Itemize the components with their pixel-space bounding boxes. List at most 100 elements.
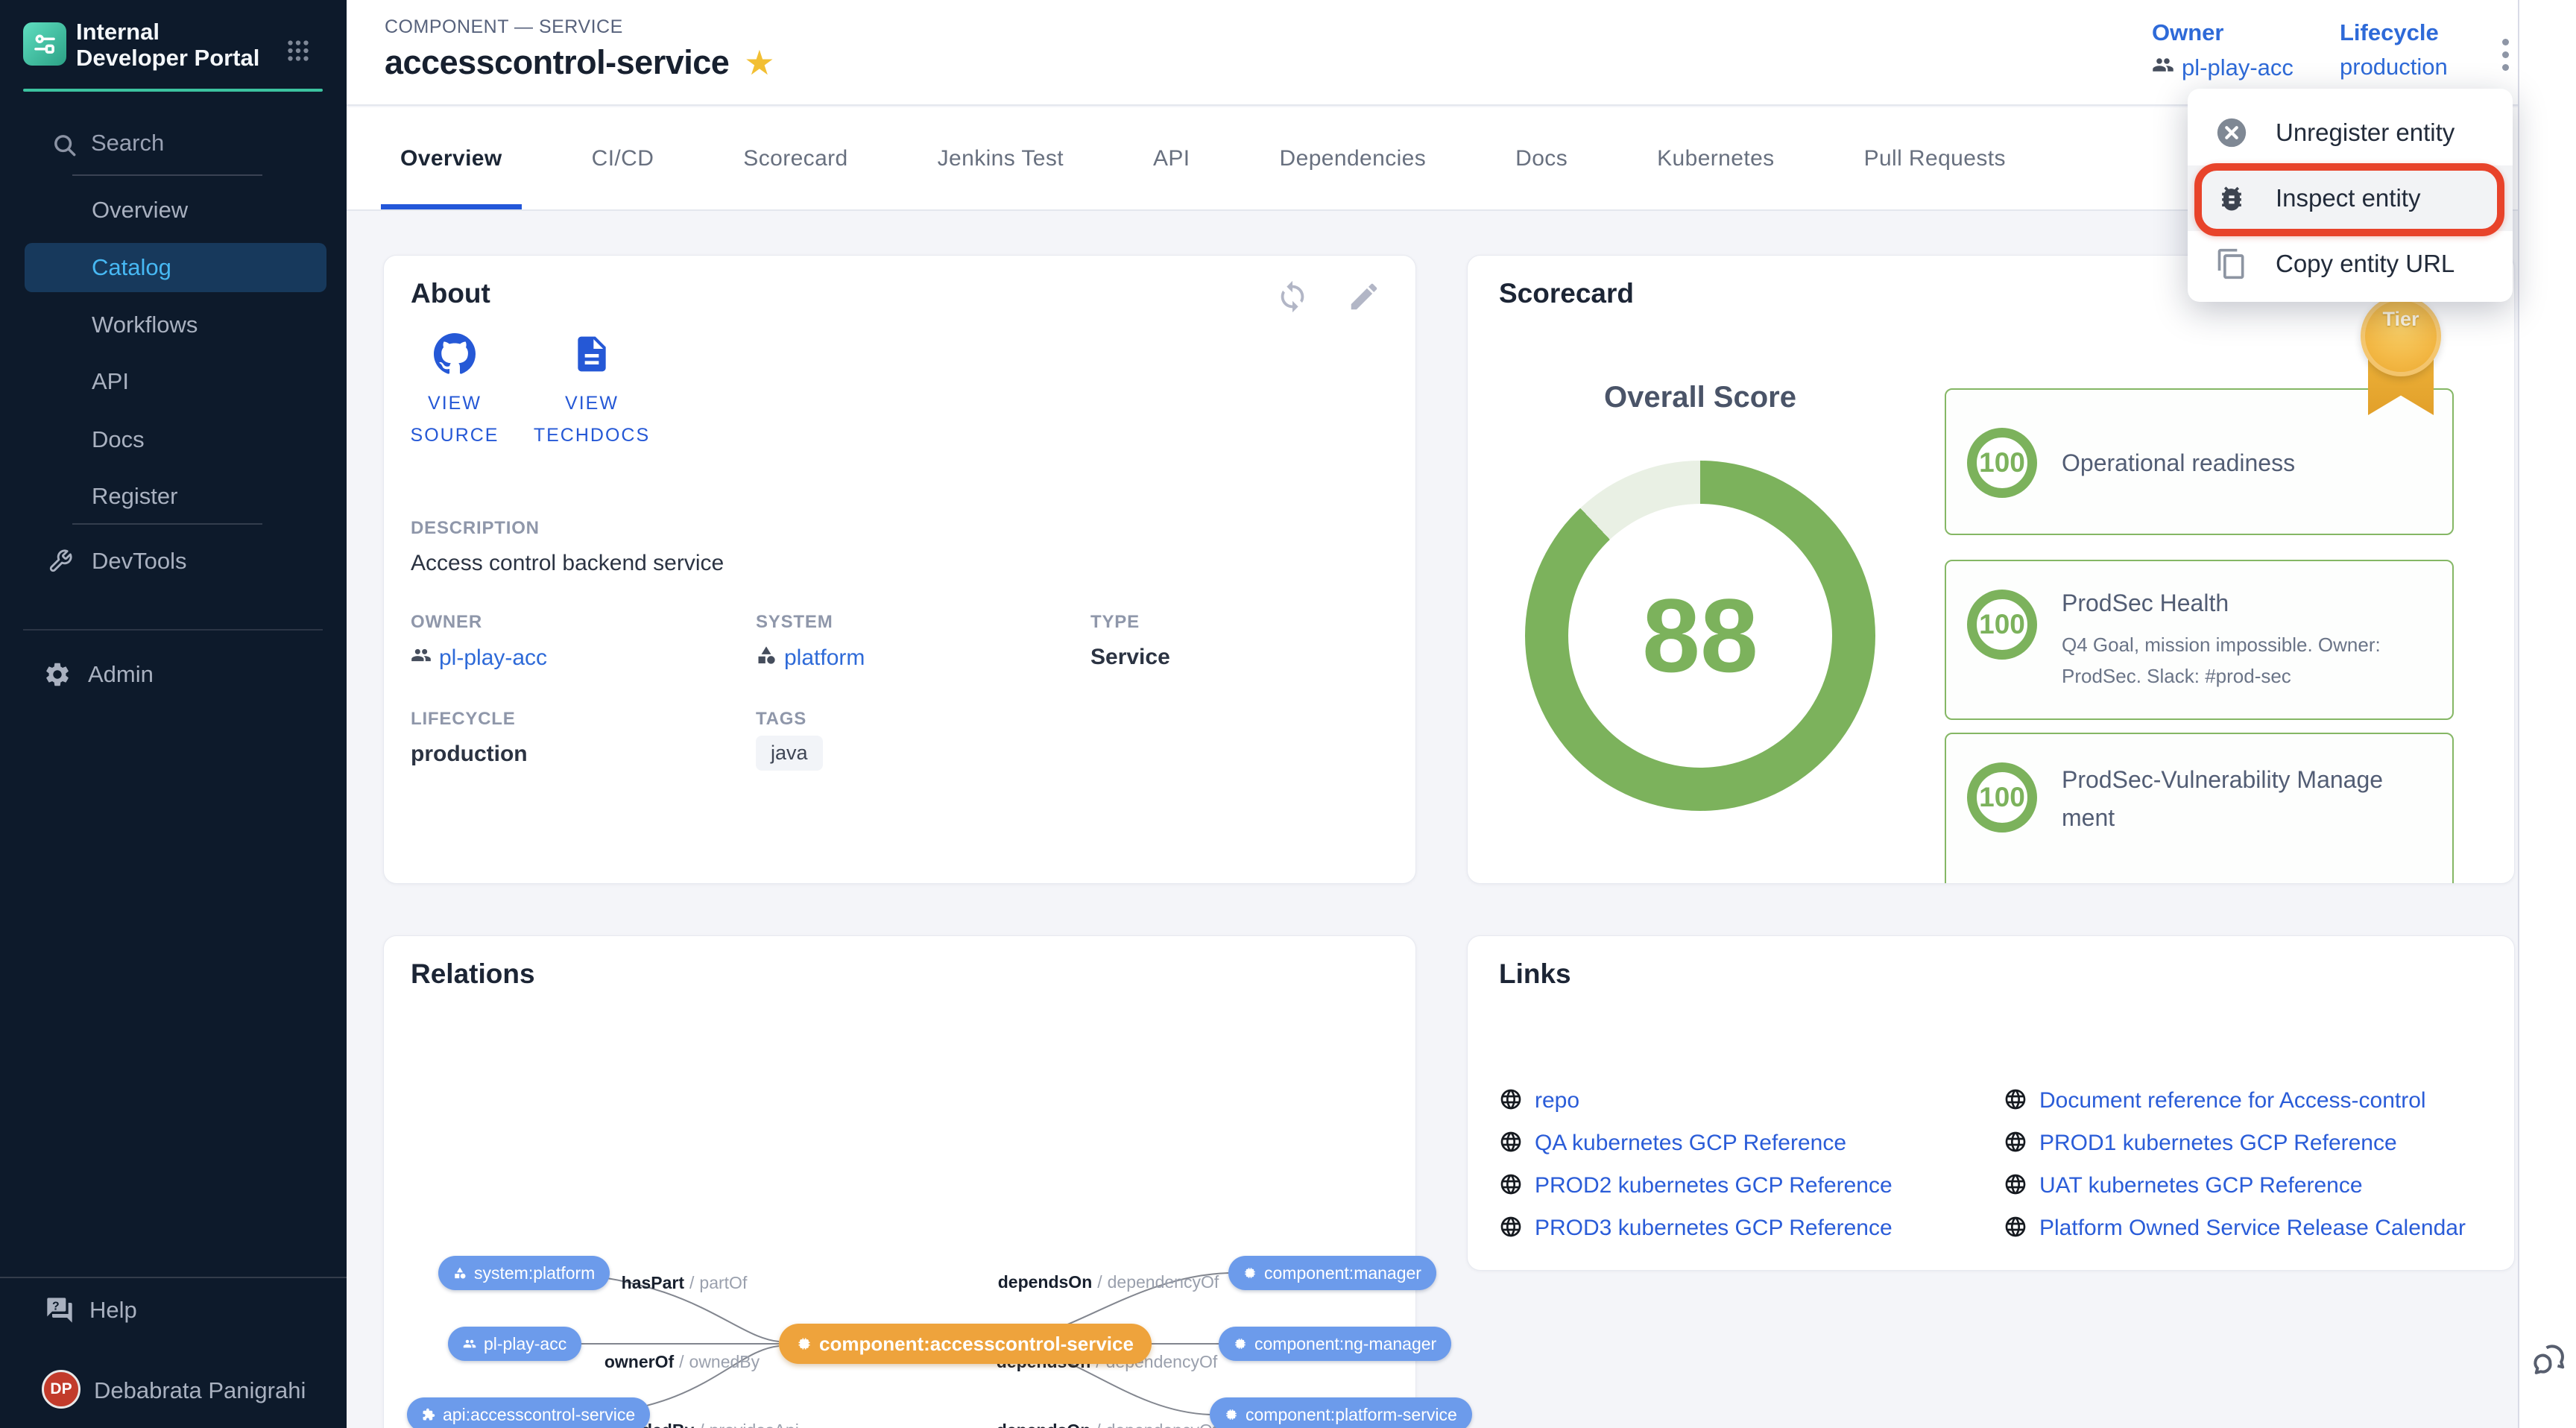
graph-node-system-platform[interactable]: system:platform: [438, 1256, 610, 1290]
tab-dependencies[interactable]: Dependencies: [1280, 107, 1427, 209]
link-repo[interactable]: repo: [1499, 1086, 1579, 1116]
view-source-link[interactable]: VIEW SOURCE: [399, 333, 511, 451]
link-qa-k8s[interactable]: QA kubernetes GCP Reference: [1499, 1128, 1846, 1158]
globe-icon: [1499, 1130, 1523, 1157]
sidebar-item-help[interactable]: ? Help: [0, 1288, 347, 1333]
menu-item-unregister-entity[interactable]: Unregister entity: [2188, 100, 2513, 165]
sidebar-item-docs[interactable]: Docs: [0, 417, 347, 462]
favorite-star-icon[interactable]: ★: [744, 45, 774, 80]
unregister-cancel-icon: [2188, 116, 2276, 150]
chip-icon: [1225, 1408, 1238, 1421]
header-owner-block: Owner pl-play-acc: [2152, 19, 2294, 82]
feedback-chat-icon[interactable]: [2528, 1340, 2570, 1382]
view-techdocs-link[interactable]: VIEW TECHDOCS: [528, 333, 655, 451]
sidebar-item-api[interactable]: API: [0, 359, 347, 404]
criteria-card-prodsec-vulnerability[interactable]: 100 ProdSec-Vulnerability Management: [1945, 733, 2454, 884]
relations-card: Relations hasPart/partOf dependsO: [383, 935, 1416, 1428]
link-release-calendar[interactable]: Platform Owned Service Release Calendar: [2004, 1213, 2466, 1243]
help-chat-icon: ?: [45, 1295, 75, 1331]
brand-logo-icon: [23, 22, 66, 66]
lifecycle-field-label: LIFECYCLE: [411, 709, 516, 730]
description-value: Access control backend service: [411, 551, 724, 576]
owner-label: Owner: [2152, 19, 2294, 46]
scorecard-title: Scorecard: [1499, 278, 1634, 309]
system-category-icon: [453, 1266, 467, 1280]
entity-header: COMPONENT — SERVICE accesscontrol-servic…: [347, 0, 2518, 106]
tier-ribbon-badge: Tier: [2361, 296, 2441, 376]
edit-pencil-icon[interactable]: [1347, 279, 1381, 314]
tab-api[interactable]: API: [1153, 107, 1190, 209]
sidebar-divider: [72, 523, 262, 525]
wrench-icon: [48, 549, 73, 580]
globe-icon: [1499, 1172, 1523, 1200]
system-field-link[interactable]: platform: [756, 645, 865, 672]
lifecycle-field-value: production: [411, 742, 528, 767]
tab-docs[interactable]: Docs: [1515, 107, 1568, 209]
graph-node-component-accesscontrol-service[interactable]: component:accesscontrol-service: [779, 1324, 1152, 1364]
entity-kind-breadcrumb: COMPONENT — SERVICE: [385, 16, 623, 38]
link-prod1-k8s[interactable]: PROD1 kubernetes GCP Reference: [2004, 1128, 2397, 1158]
links-card: Links repo QA kubernetes GCP Reference P…: [1467, 935, 2515, 1271]
edge-label: dependsOn/dependencyOf: [997, 1421, 1218, 1428]
menu-item-inspect-entity[interactable]: Inspect entity: [2188, 165, 2513, 231]
graph-node-pl-play-acc[interactable]: pl-play-acc: [448, 1327, 581, 1361]
bug-icon: [2188, 182, 2276, 215]
search-input[interactable]: Search: [0, 125, 347, 165]
tag-chip[interactable]: java: [756, 736, 823, 771]
graph-node-api-accesscontrol-service[interactable]: api:accesscontrol-service: [407, 1397, 650, 1428]
menu-item-copy-entity-url[interactable]: Copy entity URL: [2188, 231, 2513, 297]
scrollbar-gutter[interactable]: [2518, 0, 2576, 1428]
sidebar-item-overview[interactable]: Overview: [0, 188, 347, 233]
search-icon: [51, 131, 79, 159]
group-icon: [2152, 54, 2174, 82]
more-options-kebab-icon[interactable]: [2490, 33, 2520, 78]
chip-icon: [1234, 1337, 1247, 1350]
link-doc-reference[interactable]: Document reference for Access-control: [2004, 1086, 2426, 1116]
link-prod3-k8s[interactable]: PROD3 kubernetes GCP Reference: [1499, 1213, 1892, 1243]
tab-kubernetes[interactable]: Kubernetes: [1657, 107, 1774, 209]
sidebar-item-workflows[interactable]: Workflows: [0, 303, 347, 347]
criteria-card-prodsec-health[interactable]: 100 ProdSec Health Q4 Goal, mission impo…: [1945, 560, 2454, 720]
user-profile[interactable]: DP Debabrata Panigrahi: [0, 1370, 347, 1415]
link-prod2-k8s[interactable]: PROD2 kubernetes GCP Reference: [1499, 1171, 1892, 1201]
edge-label: ownerOf/ownedBy: [604, 1352, 760, 1372]
about-card: About VIEW SOURCE VIEW T: [383, 255, 1416, 884]
sidebar-item-catalog[interactable]: Catalog: [25, 243, 326, 292]
apps-grid-icon[interactable]: [285, 37, 312, 64]
tab-pull-requests[interactable]: Pull Requests: [1864, 107, 2006, 209]
criteria-score-badge: 100: [1967, 428, 2037, 498]
tab-scorecard[interactable]: Scorecard: [743, 107, 847, 209]
sidebar-item-register[interactable]: Register: [0, 474, 347, 519]
sidebar-item-admin[interactable]: Admin: [0, 652, 347, 697]
description-label: DESCRIPTION: [411, 518, 540, 539]
graph-node-component-ng-manager[interactable]: component:ng-manager: [1219, 1327, 1451, 1361]
tab-overview[interactable]: Overview: [400, 107, 502, 209]
criteria-card-operational-readiness[interactable]: 100 Operational readiness: [1945, 388, 2454, 535]
criteria-description: Q4 Goal, mission impossible. Owner: Prod…: [2062, 630, 2457, 692]
criteria-score-badge: 100: [1967, 762, 2037, 833]
tab-jenkins-test[interactable]: Jenkins Test: [938, 107, 1064, 209]
owner-link[interactable]: pl-play-acc: [2182, 54, 2294, 81]
owner-field-link[interactable]: pl-play-acc: [411, 645, 547, 672]
lifecycle-value: production: [2340, 54, 2448, 80]
scorecard-card: Scorecard Tier Overall Score 88 100 Oper…: [1467, 255, 2515, 884]
link-uat-k8s[interactable]: UAT kubernetes GCP Reference: [2004, 1171, 2363, 1201]
chip-icon: [797, 1336, 812, 1351]
group-icon: [463, 1337, 476, 1350]
avatar: DP: [42, 1370, 80, 1409]
graph-node-component-manager[interactable]: component:manager: [1228, 1256, 1436, 1290]
sidebar: Internal Developer Portal Search Overvie…: [0, 0, 347, 1428]
globe-icon: [2004, 1130, 2027, 1157]
lifecycle-label: Lifecycle: [2340, 19, 2448, 46]
search-placeholder: Search: [91, 130, 164, 157]
globe-icon: [2004, 1172, 2027, 1200]
globe-icon: [1499, 1087, 1523, 1115]
brand-title: Internal Developer Portal: [76, 19, 270, 71]
graph-node-component-platform-service[interactable]: component:platform-service: [1210, 1397, 1472, 1428]
criteria-title: Operational readiness: [2062, 449, 2295, 477]
refresh-icon[interactable]: [1275, 279, 1310, 314]
copy-icon: [2188, 247, 2276, 280]
tab-cicd[interactable]: CI/CD: [592, 107, 654, 209]
system-category-icon: [756, 645, 777, 672]
sidebar-item-devtools[interactable]: DevTools: [0, 539, 347, 584]
